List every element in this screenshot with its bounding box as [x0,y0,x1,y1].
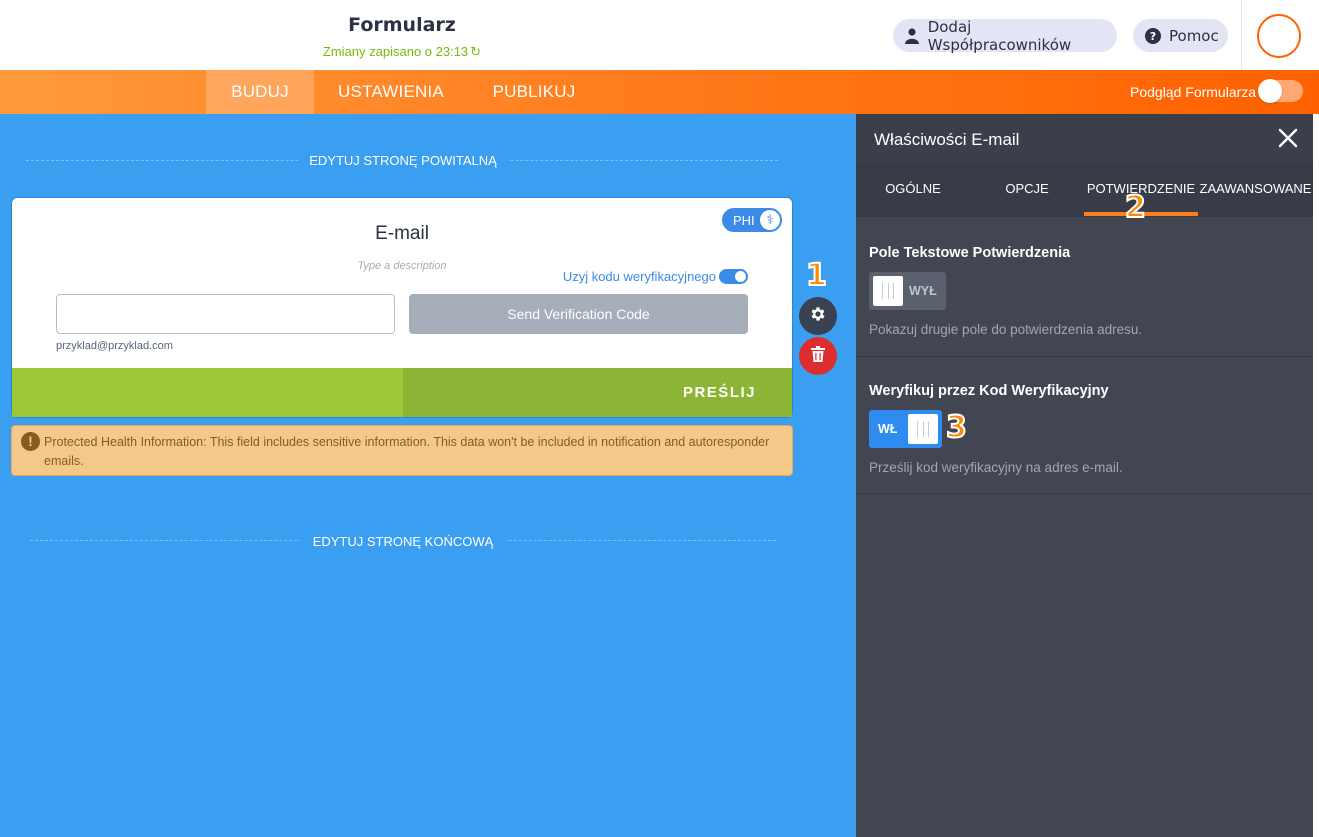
tab-general[interactable]: OGÓLNE [870,181,956,196]
phi-badge[interactable]: PHI ⚕ [720,206,784,234]
field-label[interactable]: E-mail [302,223,502,245]
phi-warning-banner: ! Protected Health Information: This fie… [11,425,793,476]
toggle-state-label: WYŁ [909,284,937,298]
preview-label: Podgląd Formularza [1130,84,1257,100]
tab-settings[interactable]: USTAWIENIA [326,70,456,114]
send-verification-code-button[interactable]: Send Verification Code [409,294,748,334]
add-collaborators-button[interactable]: Dodaj Współpracowników [893,17,1117,54]
phi-warning-text: Protected Health Information: This field… [44,435,770,468]
close-panel-button[interactable] [1276,126,1300,150]
verification-code-toggle[interactable] [719,269,748,284]
edit-welcome-page-link[interactable]: EDYTUJ STRONĘ POWITALNĄ [298,153,508,168]
refresh-icon[interactable]: ↻ [470,44,481,59]
gear-icon [809,305,827,328]
submit-button[interactable]: PREŚLIJ [403,368,792,417]
verify-code-description: Prześlij kod weryfikacyjny na adres e-ma… [869,460,1123,475]
panel-title: Właściwości E-mail [874,130,1020,149]
caduceus-icon: ⚕ [760,210,780,230]
question-icon: ? [1145,27,1161,44]
panel-edge [1313,114,1319,837]
tab-build[interactable]: BUDUJ [206,70,314,114]
user-icon [905,27,920,44]
field-description-placeholder[interactable]: Type a description [302,260,502,272]
tab-publish[interactable]: PUBLIKUJ [484,70,584,114]
submit-bar: PREŚLIJ [12,368,792,417]
section-divider [856,493,1313,494]
save-status-text: Zmiany zapisano o 23:13 [322,44,469,59]
close-icon [1278,128,1298,148]
submit-bar-left [12,368,403,417]
toggle-handle [908,414,938,444]
form-title[interactable]: Formularz [302,14,502,36]
warning-icon: ! [21,432,40,451]
grip-icon [917,421,929,437]
email-sublabel[interactable]: przyklad@przyklad.com [56,340,173,352]
help-button[interactable]: ? Pomoc [1133,19,1228,52]
callout-number-1: 1 [805,257,828,294]
toggle-state-label: WŁ [878,422,898,436]
header-divider [1241,0,1242,70]
field-settings-button[interactable] [799,297,837,335]
confirm-field-title: Pole Tekstowe Potwierdzenia [869,245,1071,261]
confirm-field-toggle[interactable]: WYŁ [869,272,946,310]
callout-number-2: 2 [1124,189,1147,226]
tab-options[interactable]: OPCJE [984,181,1070,196]
app-header: Formularz Zmiany zapisano o 23:13 ↻ Dodaj… [0,0,1319,70]
avatar[interactable] [1257,14,1301,58]
delete-field-button[interactable] [799,337,837,375]
trash-icon [811,345,825,367]
edit-end-page-link[interactable]: EDYTUJ STRONĘ KOŃCOWĄ [300,534,506,549]
toggle-handle [873,276,903,306]
callout-number-3: 3 [945,409,968,446]
grip-icon [882,283,894,299]
verification-code-toggle-label: Uzyj kodu weryfikacyjnego [562,269,716,284]
phi-badge-label: PHI [733,213,755,228]
section-divider [856,356,1313,357]
submit-button-label: PREŚLIJ [682,384,756,401]
properties-panel [856,114,1313,837]
save-status: Zmiany zapisano o 23:13 ↻ [302,44,502,60]
tab-advanced[interactable]: ZAAWANSOWANE [1198,181,1313,196]
email-input[interactable] [56,294,395,334]
add-collaborators-label: Dodaj Współpracowników [927,17,1072,54]
confirm-field-description: Pokazuj drugie pole do potwierdzenia adr… [869,322,1143,337]
svg-text:?: ? [1150,30,1156,43]
main-nav: BUDUJ USTAWIENIA PUBLIKUJ Podgląd Formul… [0,70,1319,114]
verify-code-title: Weryfikuj przez Kod Weryfikacyjny [869,383,1109,399]
toggle-knob [1258,79,1282,103]
verify-code-toggle[interactable]: WŁ [869,410,942,448]
help-label: Pomoc [1169,26,1219,45]
preview-toggle[interactable] [1258,79,1303,103]
toggle-knob [735,271,746,282]
